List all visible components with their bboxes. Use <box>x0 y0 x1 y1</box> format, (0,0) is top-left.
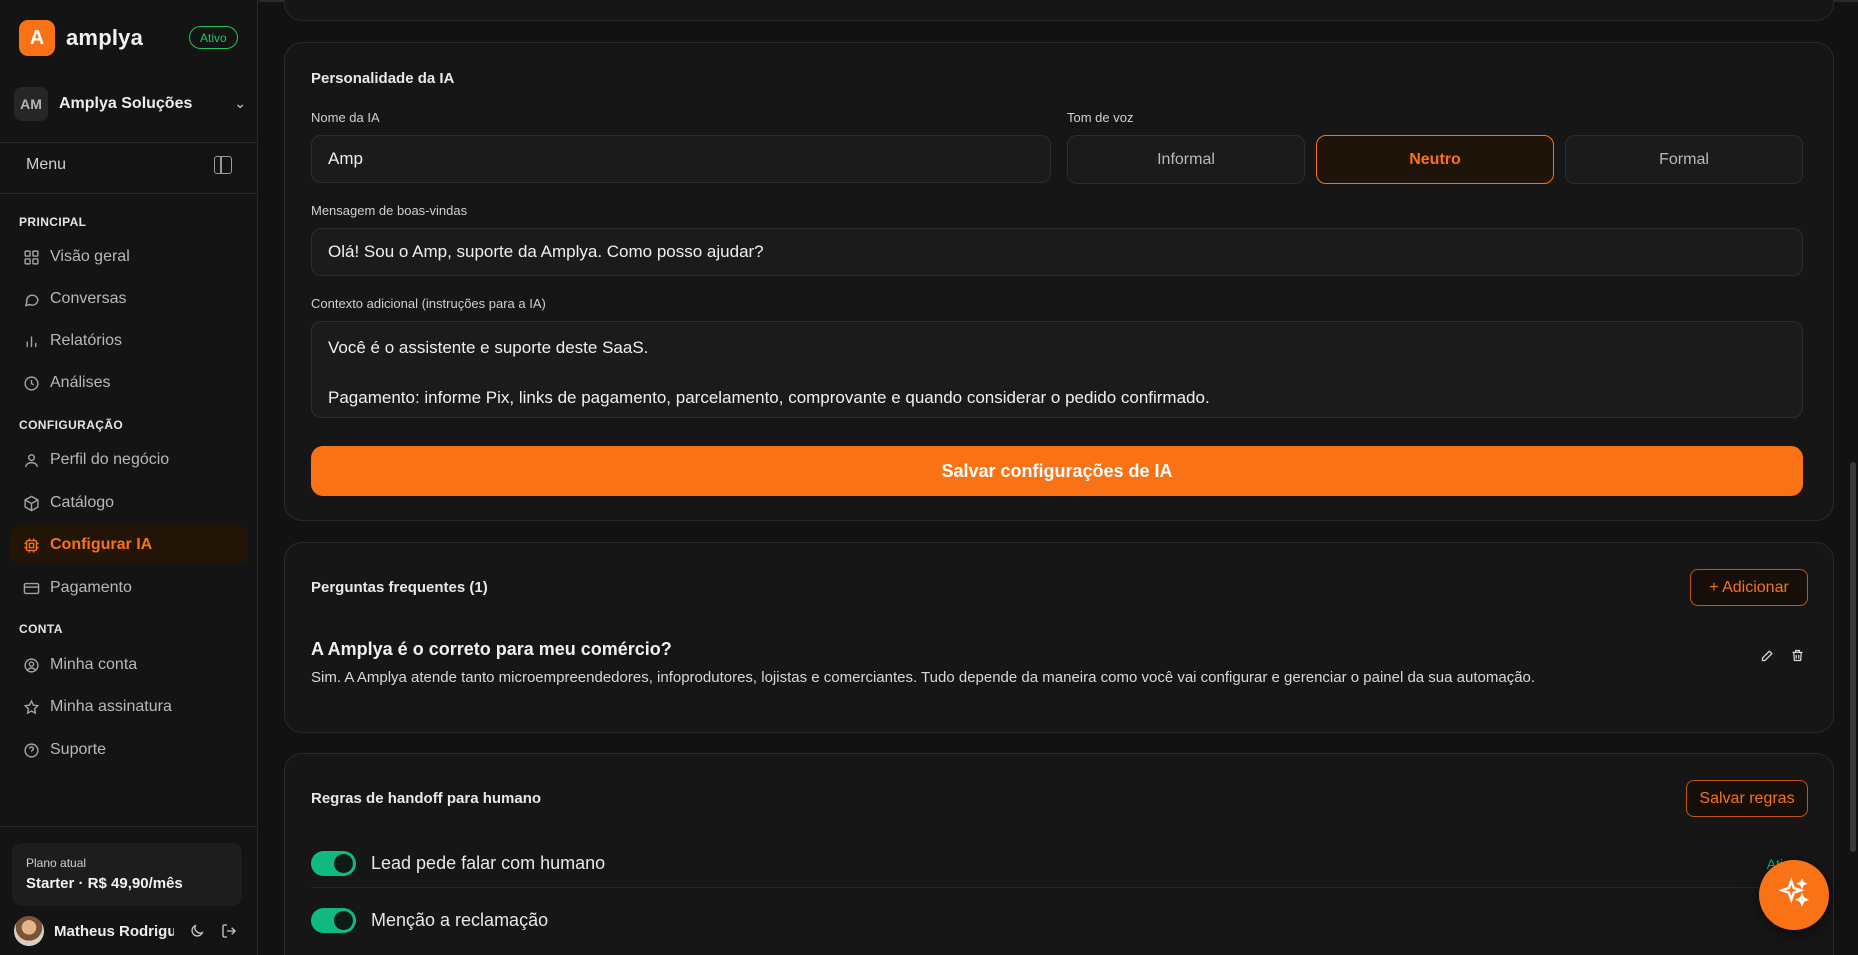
context-line: Pagamento: informe Pix, links de pagamen… <box>328 388 1210 407</box>
status-badge: Ativo <box>189 26 238 49</box>
section-label-conta: CONTA <box>19 622 63 636</box>
moon-icon[interactable] <box>188 922 206 940</box>
tone-label: Tom de voz <box>1067 110 1134 125</box>
name-label: Nome da IA <box>311 110 380 125</box>
sidebar-item-label: Minha conta <box>50 656 138 673</box>
sidebar-item-visao-geral[interactable]: Visão geral <box>10 238 248 276</box>
sidebar-item-relatorios[interactable]: Relatórios <box>10 322 248 360</box>
business-name: Amplya Soluções <box>59 95 193 112</box>
sidebar-item-configurar-ia[interactable]: Configurar IA <box>10 526 248 564</box>
faq-card: Perguntas frequentes (1) + Adicionar A A… <box>284 542 1834 733</box>
credit-card-icon <box>22 579 40 597</box>
rule-row: Menção a reclamação A <box>311 896 1803 944</box>
context-line: Você é o assistente e suporte deste SaaS… <box>328 338 649 357</box>
rule-label: Menção a reclamação <box>371 909 549 930</box>
save-rules-button[interactable]: Salvar regras <box>1686 780 1808 817</box>
menu-title: Menu <box>26 156 67 173</box>
scrollbar[interactable] <box>1850 462 1856 852</box>
save-ai-settings-button[interactable]: Salvar configurações de IA <box>311 446 1803 496</box>
sidebar-item-catalogo[interactable]: Catálogo <box>10 484 248 522</box>
context-blank-line <box>328 360 1786 385</box>
chat-icon <box>22 290 40 308</box>
faq-question: A Amplya é o correto para meu comércio? <box>311 639 672 659</box>
sidebar-item-conversas[interactable]: Conversas <box>10 280 248 318</box>
divider <box>0 826 258 827</box>
sidebar-item-pagamento[interactable]: Pagamento <box>10 569 248 607</box>
faq-actions <box>1759 647 1805 663</box>
plan-value: Starter · R$ 49,90/mês <box>26 875 183 892</box>
logout-icon[interactable] <box>220 922 238 940</box>
trash-icon[interactable] <box>1789 647 1805 663</box>
plan-card[interactable]: Plano atual Starter · R$ 49,90/mês <box>12 843 242 906</box>
welcome-label: Mensagem de boas-vindas <box>311 203 468 218</box>
sidebar-item-minha-assinatura[interactable]: Minha assinatura <box>10 688 248 726</box>
brand-logo-icon: A <box>19 20 55 56</box>
section-label-configuracao: CONFIGURAÇÃO <box>19 418 124 432</box>
help-circle-icon <box>22 741 40 759</box>
sidebar-item-label: Minha assinatura <box>50 698 172 715</box>
personality-card: Personalidade da IA Nome da IA Amp Tom d… <box>284 42 1834 521</box>
box-icon <box>22 494 40 512</box>
rule-label: Lead pede falar com humano <box>371 853 606 873</box>
sidebar-collapse-icon[interactable] <box>214 156 232 174</box>
card-title: Personalidade da IA <box>311 70 455 87</box>
context-textarea[interactable]: Você é o assistente e suporte deste SaaS… <box>311 321 1803 418</box>
sidebar: A amplya Ativo AM Amplya Soluções ⌄ Menu… <box>0 0 258 955</box>
menu-header: Menu <box>26 152 232 178</box>
previous-card <box>284 0 1834 21</box>
sidebar-item-label: Visão geral <box>50 248 130 265</box>
user-circle-icon <box>22 656 40 674</box>
sidebar-item-minha-conta[interactable]: Minha conta <box>10 646 248 684</box>
tone-informal-button[interactable]: Informal <box>1067 135 1305 184</box>
card-title: Regras de handoff para humano <box>311 790 542 807</box>
sidebar-item-perfil-negocio[interactable]: Perfil do negócio <box>10 441 248 479</box>
welcome-message-input[interactable]: Olá! Sou o Amp, suporte da Amplya. Como … <box>311 228 1803 276</box>
business-avatar: AM <box>14 87 48 121</box>
ai-name-input[interactable]: Amp <box>311 135 1051 183</box>
ai-assistant-fab[interactable] <box>1759 860 1829 930</box>
tone-formal-button[interactable]: Formal <box>1565 135 1803 184</box>
sidebar-item-analises[interactable]: Análises <box>10 364 248 402</box>
brand-name: amplya <box>66 25 144 50</box>
avatar[interactable] <box>14 916 44 946</box>
sidebar-item-label: Pagamento <box>50 579 132 596</box>
sidebar-item-label: Conversas <box>50 290 127 307</box>
divider <box>0 142 258 143</box>
card-title: Perguntas frequentes (1) <box>311 579 488 596</box>
sidebar-item-suporte[interactable]: Suporte <box>10 731 248 769</box>
grid-icon <box>22 248 40 266</box>
sparkles-icon <box>1778 876 1810 914</box>
sidebar-item-label: Perfil do negócio <box>50 451 170 468</box>
divider <box>0 193 258 194</box>
brand[interactable]: A amplya <box>19 20 143 56</box>
rule-toggle[interactable] <box>311 851 356 876</box>
star-icon <box>22 698 40 716</box>
app-root: A amplya Ativo AM Amplya Soluções ⌄ Menu… <box>0 0 1858 955</box>
bar-chart-icon <box>22 332 40 350</box>
chevron-down-icon: ⌄ <box>234 95 246 111</box>
main-content: Personalidade da IA Nome da IA Amp Tom d… <box>259 0 1858 955</box>
plan-label: Plano atual <box>26 856 87 870</box>
user-name[interactable]: Matheus Rodrigu... <box>54 923 174 940</box>
section-label-principal: PRINCIPAL <box>19 215 87 229</box>
context-label: Contexto adicional (instruções para a IA… <box>311 296 546 311</box>
user-icon <box>22 451 40 469</box>
rule-row: Lead pede falar com humano Ati <box>311 840 1803 888</box>
tone-neutro-button[interactable]: Neutro <box>1316 135 1554 184</box>
sidebar-item-label: Suporte <box>50 741 107 758</box>
handoff-card: Regras de handoff para humano Salvar reg… <box>284 753 1834 955</box>
business-switcher[interactable]: AM Amplya Soluções ⌄ <box>14 85 246 123</box>
sidebar-item-label: Configurar IA <box>50 536 153 553</box>
user-row: Matheus Rodrigu... <box>14 916 246 946</box>
faq-answer: Sim. A Amplya atende tanto microempreend… <box>311 669 1536 686</box>
sidebar-item-label: Análises <box>50 374 111 391</box>
rule-toggle[interactable] <box>311 907 356 933</box>
sidebar-item-label: Relatórios <box>50 332 123 349</box>
sidebar-item-label: Catálogo <box>50 494 115 511</box>
cpu-icon <box>22 536 40 554</box>
pencil-icon[interactable] <box>1759 647 1775 663</box>
add-faq-button[interactable]: + Adicionar <box>1690 569 1808 606</box>
clock-icon <box>22 374 40 392</box>
